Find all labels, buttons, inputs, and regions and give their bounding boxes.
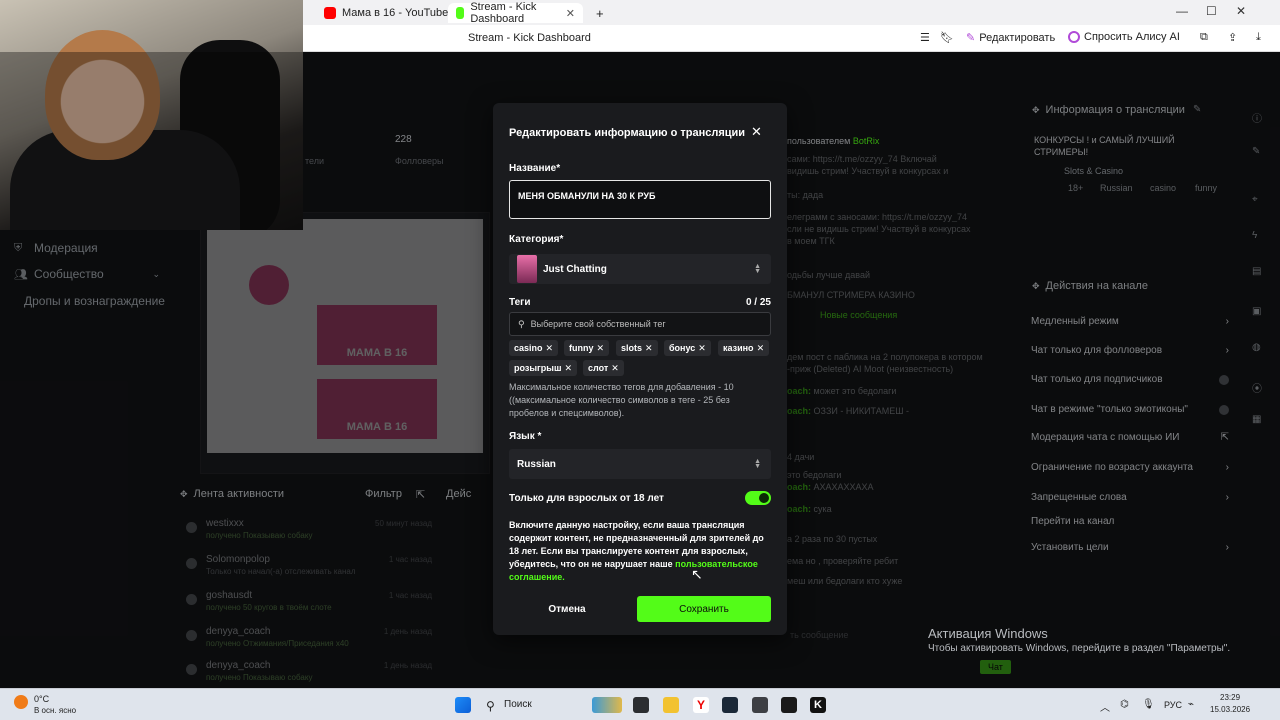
category-thumbnail bbox=[517, 255, 537, 283]
tags-hint: Максимальное количество тегов для добавл… bbox=[509, 382, 734, 418]
tray-chevron-icon[interactable]: ︿ bbox=[1100, 699, 1110, 714]
category-value: Just Chatting bbox=[543, 263, 607, 275]
cancel-button[interactable]: Отмена bbox=[509, 596, 625, 622]
tags-search-input[interactable]: ⚲ Выберите свой собственный тег bbox=[509, 312, 771, 336]
app-icon[interactable] bbox=[752, 697, 768, 713]
yandex-browser-icon[interactable]: Y bbox=[693, 697, 709, 713]
activation-title: Активация Windows bbox=[928, 626, 1048, 641]
alice-button[interactable]: Спросить Алису AI bbox=[1068, 31, 1180, 43]
close-window-icon[interactable]: ✕ bbox=[1236, 4, 1246, 18]
tab-youtube[interactable]: Мама в 16 - YouTube bbox=[316, 3, 456, 23]
toggle-knob bbox=[759, 493, 769, 503]
search-icon: ⚲ bbox=[518, 318, 525, 329]
tab-kick-dashboard[interactable]: Stream - Kick Dashboard ✕ bbox=[448, 1, 583, 25]
alice-label: Спросить Алису AI bbox=[1084, 31, 1180, 43]
close-icon[interactable]: ✕ bbox=[751, 124, 762, 140]
category-label: Категория* bbox=[509, 234, 564, 245]
tag-label: funny bbox=[569, 343, 594, 353]
weather-desc: В осн. ясно bbox=[34, 706, 77, 715]
bookmark-icon[interactable]: 🔖︎ bbox=[940, 31, 954, 44]
category-select[interactable]: Just Chatting ▲ ▼ bbox=[509, 254, 771, 284]
clock-date[interactable]: 15.03.2026 bbox=[1210, 705, 1250, 714]
youtube-icon bbox=[324, 7, 336, 19]
tray-network-icon[interactable]: ⌁ bbox=[1188, 699, 1194, 710]
menu-icon[interactable]: ☰ bbox=[920, 31, 930, 44]
tags-label: Теги bbox=[509, 297, 531, 308]
mouse-cursor-icon: ↖ bbox=[691, 566, 703, 582]
new-tab-button[interactable]: + bbox=[588, 3, 612, 23]
tag-label: slots bbox=[621, 343, 643, 353]
file-explorer-icon[interactable] bbox=[663, 697, 679, 713]
share-icon[interactable]: ⇪ bbox=[1228, 31, 1237, 44]
maximize-icon[interactable]: ☐ bbox=[1206, 4, 1217, 18]
language-indicator[interactable]: РУС bbox=[1164, 700, 1182, 710]
remove-tag-icon[interactable]: ✕ bbox=[611, 363, 619, 374]
language-select[interactable]: Russian ▲ ▼ bbox=[509, 449, 771, 479]
tag-chip: casino ✕ bbox=[509, 340, 559, 356]
close-tab-icon[interactable]: ✕ bbox=[566, 7, 575, 20]
remove-tag-icon[interactable]: ✕ bbox=[546, 343, 554, 354]
tag-chip: slots ✕ bbox=[616, 340, 658, 356]
tag-chip: слот ✕ bbox=[583, 360, 624, 376]
modal-title: Редактировать информацию о трансляции bbox=[509, 127, 746, 139]
language-value: Russian bbox=[517, 458, 556, 470]
remove-tag-icon[interactable]: ✕ bbox=[645, 343, 653, 354]
kick-icon bbox=[456, 7, 465, 19]
adult-warning: Включите данную настройку, если ваша тра… bbox=[509, 519, 771, 584]
select-arrows-icon: ▲ ▼ bbox=[754, 458, 761, 470]
download-icon[interactable]: ⤓ bbox=[1256, 31, 1261, 44]
task-view-icon[interactable] bbox=[633, 697, 649, 713]
search-highlight-icon bbox=[592, 697, 622, 713]
edit-stream-info-modal: Редактировать информацию о трансляции ✕ … bbox=[493, 103, 787, 635]
steam-icon[interactable] bbox=[722, 697, 738, 713]
tag-chip: казино ✕ bbox=[718, 340, 770, 356]
pen-icon: ✎ bbox=[966, 32, 976, 44]
kick-app-icon[interactable]: K bbox=[810, 697, 826, 713]
name-label: Название* bbox=[509, 163, 561, 174]
tab-label: Мама в 16 - YouTube bbox=[342, 7, 449, 19]
activation-text: Чтобы активировать Windows, перейдите в … bbox=[928, 643, 1231, 654]
remove-tag-icon[interactable]: ✕ bbox=[698, 343, 706, 354]
remove-tag-icon[interactable]: ✕ bbox=[564, 363, 572, 374]
windows-taskbar: 0°C В осн. ясно ⚲ Поиск Y K ︿ ⌬ 🎙︎ РУС ⌁… bbox=[0, 688, 1280, 720]
select-arrows-icon: ▲ ▼ bbox=[754, 263, 761, 275]
tray-vpn-icon[interactable]: ⌬ bbox=[1120, 699, 1129, 710]
taskbar-search[interactable]: Поиск bbox=[504, 699, 532, 710]
tag-label: бонус bbox=[669, 343, 696, 353]
tag-chip: розыгрыш ✕ bbox=[509, 360, 578, 376]
page-title: Stream - Kick Dashboard bbox=[468, 32, 591, 44]
minimize-icon[interactable]: — bbox=[1176, 4, 1188, 18]
adult-label: Только для взрослых от 18 лет bbox=[509, 493, 664, 504]
save-button[interactable]: Сохранить bbox=[637, 596, 771, 622]
tag-label: casino bbox=[514, 343, 543, 353]
start-icon[interactable] bbox=[455, 697, 471, 713]
search-icon[interactable]: ⚲ bbox=[486, 699, 495, 713]
tray-mic-icon[interactable]: 🎙︎ bbox=[1142, 699, 1155, 710]
weather-icon[interactable] bbox=[14, 695, 28, 709]
weather-temp: 0°C bbox=[34, 694, 50, 704]
language-label: Язык * bbox=[509, 431, 542, 442]
tag-label: казино bbox=[723, 343, 754, 353]
clock-time[interactable]: 23:29 bbox=[1220, 693, 1240, 702]
extension-icon[interactable]: ⧉ bbox=[1200, 31, 1208, 44]
remove-tag-icon[interactable]: ✕ bbox=[757, 343, 765, 354]
tab-label: Stream - Kick Dashboard bbox=[470, 1, 537, 25]
windows-activation-watermark: Активация Windows Чтобы активировать Win… bbox=[928, 626, 1230, 654]
remove-tag-icon[interactable]: ✕ bbox=[597, 343, 605, 354]
tags-placeholder: Выберите свой собственный тег bbox=[530, 319, 666, 329]
tag-chip: funny ✕ bbox=[564, 340, 610, 356]
tag-label: слот bbox=[588, 363, 609, 373]
tag-label: розыгрыш bbox=[514, 363, 562, 373]
edit-label: Редактировать bbox=[979, 31, 1056, 44]
game-icon[interactable] bbox=[781, 697, 797, 713]
edit-button[interactable]: ✎ Редактировать bbox=[966, 31, 1056, 45]
stream-title-input[interactable]: МЕНЯ ОБМАНУЛИ НА 30 К РУБ bbox=[509, 180, 771, 219]
tags-count: 0 / 25 bbox=[745, 297, 771, 308]
adult-toggle[interactable] bbox=[745, 491, 771, 505]
alice-icon bbox=[1068, 31, 1080, 43]
tag-chip: бонус ✕ bbox=[664, 340, 711, 356]
